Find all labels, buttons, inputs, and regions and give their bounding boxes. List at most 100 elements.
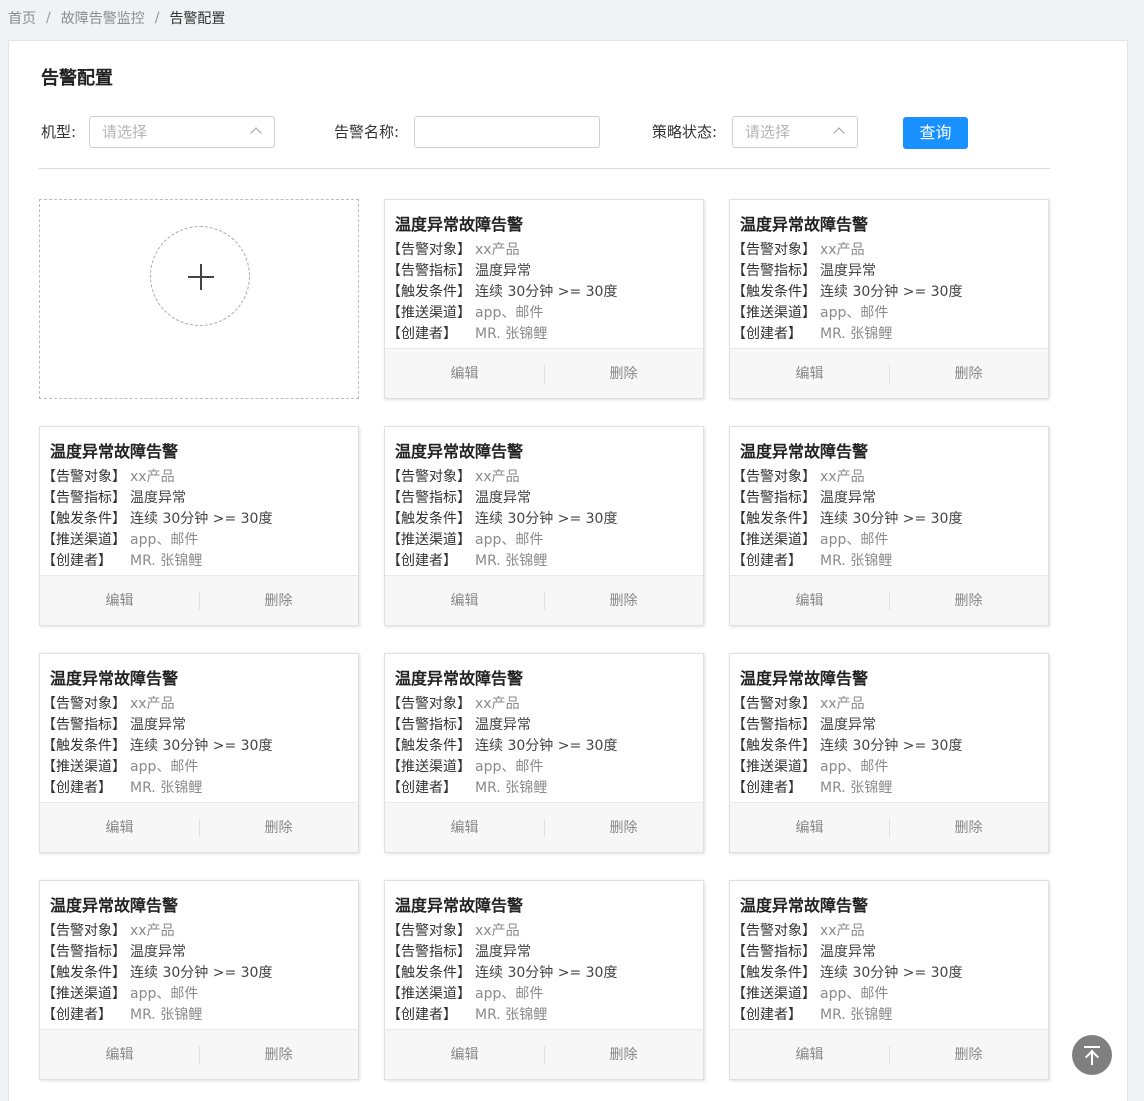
card-field-value: MR. 张锦鲤	[820, 326, 893, 342]
edit-button[interactable]: 编辑	[730, 1030, 889, 1080]
card-field-value: 连续 30分钟 >= 30度	[130, 965, 273, 981]
card-field-value: 连续 30分钟 >= 30度	[130, 511, 273, 527]
card-field-row: 【告警对象】 xx产品	[42, 468, 175, 486]
model-select[interactable]: 请选择	[89, 116, 275, 148]
card-footer: 编辑 删除	[730, 1029, 1048, 1079]
card-field-value: app、邮件	[475, 532, 544, 548]
card-title: 温度异常故障告警	[740, 896, 869, 915]
edit-button[interactable]: 编辑	[730, 576, 889, 626]
card-footer: 编辑 删除	[730, 575, 1048, 625]
card-field-row: 【推送渠道】 app、邮件	[387, 304, 543, 322]
card-field-value: MR. 张锦鲤	[820, 780, 893, 796]
card-field-value: MR. 张锦鲤	[130, 553, 203, 569]
card-field-label: 【推送渠道】	[42, 986, 126, 1002]
card-field-row: 【创建者】 MR. 张锦鲤	[387, 779, 547, 797]
card-field-label: 【告警对象】	[732, 242, 816, 258]
card-field-value: 连续 30分钟 >= 30度	[820, 284, 963, 300]
card-field-label: 【推送渠道】	[387, 305, 471, 321]
edit-button[interactable]: 编辑	[385, 576, 544, 626]
delete-button[interactable]: 删除	[889, 349, 1048, 399]
card-field-value: app、邮件	[820, 759, 889, 775]
card-field-label: 【告警对象】	[387, 696, 471, 712]
edit-button[interactable]: 编辑	[385, 803, 544, 853]
card-field-row: 【触发条件】 连续 30分钟 >= 30度	[732, 964, 962, 982]
card-field-value: 温度异常	[820, 263, 876, 279]
card-field-row: 【创建者】 MR. 张锦鲤	[42, 779, 202, 797]
query-button[interactable]: 查询	[903, 117, 968, 149]
back-to-top-button[interactable]	[1072, 1035, 1112, 1075]
card-field-row: 【告警对象】 xx产品	[732, 241, 865, 259]
edit-button[interactable]: 编辑	[385, 349, 544, 399]
model-select-placeholder: 请选择	[102, 123, 148, 141]
delete-button[interactable]: 删除	[889, 1030, 1048, 1080]
delete-button[interactable]: 删除	[544, 349, 703, 399]
status-select[interactable]: 请选择	[732, 116, 858, 148]
card-field-value: 温度异常	[820, 944, 876, 960]
card-title: 温度异常故障告警	[50, 896, 179, 915]
card-field-label: 【推送渠道】	[42, 532, 126, 548]
alarm-card: 温度异常故障告警 【告警对象】 xx产品 【告警指标】 温度异常 【触发条件】 连续 30分…	[384, 426, 704, 626]
card-field-value: MR. 张锦鲤	[820, 1007, 893, 1023]
card-field-value: 温度异常	[475, 490, 531, 506]
card-field-label: 【创建者】	[732, 1007, 802, 1023]
card-field-row: 【创建者】 MR. 张锦鲤	[732, 1006, 892, 1024]
delete-button[interactable]: 删除	[889, 803, 1048, 853]
card-field-label: 【触发条件】	[732, 511, 816, 527]
card-field-value: xx产品	[820, 469, 865, 485]
card-field-label: 【告警指标】	[732, 717, 816, 733]
card-field-value: app、邮件	[130, 759, 199, 775]
breadcrumb-home[interactable]: 首页	[8, 8, 36, 28]
page-title: 告警配置	[41, 68, 113, 89]
card-title: 温度异常故障告警	[395, 442, 524, 461]
card-field-label: 【触发条件】	[387, 738, 471, 754]
card-footer: 编辑 删除	[385, 575, 703, 625]
card-title: 温度异常故障告警	[50, 442, 179, 461]
card-field-row: 【告警对象】 xx产品	[387, 468, 520, 486]
card-field-label: 【创建者】	[387, 553, 457, 569]
card-field-value: MR. 张锦鲤	[820, 553, 893, 569]
card-field-label: 【触发条件】	[732, 965, 816, 981]
card-field-value: app、邮件	[820, 305, 889, 321]
edit-button[interactable]: 编辑	[40, 576, 199, 626]
delete-button[interactable]: 删除	[544, 576, 703, 626]
breadcrumb-fault-monitoring[interactable]: 故障告警监控	[61, 8, 145, 28]
breadcrumb-current: 告警配置	[169, 11, 226, 27]
chevron-up-icon	[833, 127, 845, 139]
delete-button[interactable]: 删除	[544, 1030, 703, 1080]
edit-button[interactable]: 编辑	[40, 803, 199, 853]
card-field-value: 温度异常	[820, 490, 876, 506]
edit-button[interactable]: 编辑	[730, 803, 889, 853]
delete-button[interactable]: 删除	[199, 1030, 358, 1080]
card-field-label: 【告警对象】	[42, 923, 126, 939]
edit-button[interactable]: 编辑	[385, 1030, 544, 1080]
card-field-value: 连续 30分钟 >= 30度	[820, 965, 963, 981]
card-field-row: 【触发条件】 连续 30分钟 >= 30度	[387, 510, 617, 528]
card-field-label: 【告警指标】	[732, 944, 816, 960]
card-field-value: 温度异常	[130, 717, 186, 733]
edit-button[interactable]: 编辑	[730, 349, 889, 399]
alarm-card: 温度异常故障告警 【告警对象】 xx产品 【告警指标】 温度异常 【触发条件】 连续 30分…	[39, 653, 359, 853]
card-field-row: 【告警指标】 温度异常	[387, 716, 531, 734]
delete-button[interactable]: 删除	[889, 576, 1048, 626]
plus-icon	[150, 226, 250, 326]
card-field-row: 【告警对象】 xx产品	[732, 695, 865, 713]
alarm-name-input[interactable]	[414, 116, 600, 148]
card-field-row: 【告警指标】 温度异常	[387, 262, 531, 280]
card-field-value: 温度异常	[130, 944, 186, 960]
card-field-value: xx产品	[820, 242, 865, 258]
card-field-label: 【创建者】	[42, 1007, 112, 1023]
card-field-row: 【推送渠道】 app、邮件	[387, 531, 543, 549]
card-footer: 编辑 删除	[730, 348, 1048, 398]
edit-button[interactable]: 编辑	[40, 1030, 199, 1080]
delete-button[interactable]: 删除	[199, 803, 358, 853]
add-alarm-card[interactable]	[39, 199, 359, 399]
card-field-row: 【触发条件】 连续 30分钟 >= 30度	[387, 737, 617, 755]
delete-button[interactable]: 删除	[199, 576, 358, 626]
card-field-label: 【触发条件】	[42, 738, 126, 754]
card-field-row: 【推送渠道】 app、邮件	[732, 304, 888, 322]
alarm-card: 温度异常故障告警 【告警对象】 xx产品 【告警指标】 温度异常 【触发条件】 连续 30分…	[729, 653, 1049, 853]
card-field-row: 【告警指标】 温度异常	[732, 716, 876, 734]
delete-button[interactable]: 删除	[544, 803, 703, 853]
card-field-row: 【告警指标】 温度异常	[42, 489, 186, 507]
card-field-row: 【推送渠道】 app、邮件	[387, 985, 543, 1003]
